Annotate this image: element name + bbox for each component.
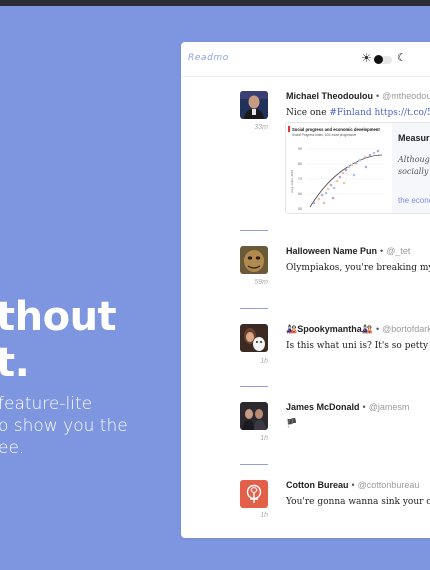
tweet-text: Olympiakos, you're breaking my heart	[286, 263, 430, 273]
hero-title-line: t.	[0, 340, 30, 386]
card-chart-ytick: 70	[298, 177, 302, 181]
separator-dot: •	[351, 480, 355, 490]
tweet-author-handle[interactable]: @mtheodoulou	[382, 91, 430, 101]
card-chart-image: Social progress and economic development…	[286, 123, 384, 213]
hero-subtitle-line: ee.	[0, 438, 25, 458]
hero-title: thout t.	[0, 294, 117, 386]
sun-icon: ☀	[361, 51, 372, 65]
tweet-header: 🎎Spookymantha🎎 • @bortofdark	[286, 324, 430, 335]
separator-dot: •	[375, 324, 380, 334]
avatar[interactable]	[240, 324, 268, 352]
separator-dot: •	[362, 402, 366, 412]
tweet-author-name[interactable]: Michael Theodoulou	[286, 91, 373, 101]
link-preview-card[interactable]: Social progress and economic development…	[285, 122, 430, 214]
tweet-text: You're gonna wanna sink your claws in	[286, 497, 430, 507]
tweet-text-plain: Nice one	[286, 108, 330, 118]
theme-switch[interactable]	[374, 55, 392, 64]
tweet-author-handle[interactable]: @cottonbureau	[358, 480, 420, 490]
tweet-time[interactable]: 1h	[233, 358, 268, 365]
tweet-author-handle[interactable]: @bortofdark	[382, 324, 430, 334]
hero-title-line: thout	[0, 294, 117, 340]
tweet-item[interactable]: 33m Michael Theodoulou•@mtheodoulou Nice…	[181, 77, 430, 232]
tweet-feed: 33m Michael Theodoulou•@mtheodoulou Nice…	[181, 77, 430, 538]
avatar[interactable]	[240, 480, 268, 508]
card-chart-ytick: 60	[298, 192, 302, 196]
separator-dot: •	[376, 91, 380, 101]
card-description-line: Although	[398, 155, 430, 164]
avatar[interactable]	[240, 91, 268, 119]
tweet-text: 🏴	[286, 419, 298, 429]
tweet-author-name[interactable]: Halloween Name Pun	[286, 246, 377, 256]
tweet-time[interactable]: 59m	[233, 279, 268, 286]
app-window: Readmo ☀ ☾ 33m Michael Theodoulou • @mtheo…	[181, 42, 430, 538]
tweet-author-handle[interactable]: @jamesm	[369, 402, 410, 412]
app-header: Readmo ☀ ☾	[181, 42, 430, 77]
tweet-divider	[240, 386, 268, 387]
card-chart-ytick: 90	[298, 147, 302, 151]
tweet-item[interactable]: 59m Halloween Name Pun • @_tet Olympiakos,…	[181, 232, 430, 310]
tweet-author-name[interactable]: 🎎Spookymantha🎎	[286, 324, 373, 334]
card-domain[interactable]: the econo	[398, 196, 430, 205]
tweet-author-name[interactable]: James McDonald	[286, 402, 360, 412]
card-chart-title: Social progress and economic development	[292, 127, 380, 132]
tweet-divider	[240, 308, 268, 309]
card-title[interactable]: Measuri	[398, 133, 430, 143]
theme-switch-knob	[374, 55, 383, 64]
card-chart-ytick: 80	[298, 162, 302, 166]
tweet-divider	[240, 464, 268, 465]
separator-dot: •	[380, 246, 384, 256]
tweet-header: Cotton Bureau • @cottonbureau	[286, 480, 419, 490]
card-chart-subtitle: Social Progress Index, 100=most progress…	[292, 133, 356, 137]
tweet-header: Michael Theodoulou•@mtheodoulou	[286, 91, 430, 101]
tweet-link[interactable]: #Finland https://t.co/5C9gT96	[329, 108, 430, 118]
moon-icon: ☾	[397, 52, 407, 64]
card-description-line: socially pr	[398, 167, 430, 176]
hero-subtitle-line: o show you the	[0, 416, 128, 436]
card-chart-ylabel: prog. index, 2016	[290, 169, 294, 193]
tweet-time[interactable]: 33m	[233, 124, 268, 131]
tweet-text: Is this what uni is? It's so petty and d…	[286, 341, 430, 351]
tweet-item[interactable]: 1h James McDonald • @jamesm 🏴	[181, 388, 430, 466]
tweet-divider	[240, 230, 268, 231]
avatar[interactable]	[240, 402, 268, 430]
card-description: Although socially pr	[398, 154, 430, 178]
card-chart-ytick: 50	[298, 207, 302, 211]
hero-subtitle: feature-lite o show you the ee.	[0, 393, 128, 459]
brand-logo[interactable]: Readmo	[188, 53, 229, 63]
tweet-time[interactable]: 1h	[233, 512, 268, 519]
tweet-author-name[interactable]: Cotton Bureau	[286, 480, 349, 490]
tweet-item[interactable]: 1h Cotton Bureau • @cottonbureau You're go…	[181, 466, 430, 538]
card-body: Measuri Although socially pr the econo	[392, 123, 430, 213]
tweet-text: Nice one #Finland https://t.co/5C9gT96	[286, 108, 430, 118]
window-top-bar	[0, 0, 430, 6]
tweet-item[interactable]: 1h 🎎Spookymantha🎎 • @bortofdark Is this wh…	[181, 310, 430, 388]
tweet-time[interactable]: 1h	[233, 435, 268, 442]
avatar[interactable]	[240, 246, 268, 274]
tweet-header: James McDonald • @jamesm	[286, 402, 409, 412]
tweet-author-handle[interactable]: @_tet	[386, 246, 410, 256]
hero-subtitle-line: feature-lite	[0, 394, 93, 414]
tweet-header: Halloween Name Pun • @_tet	[286, 246, 410, 256]
